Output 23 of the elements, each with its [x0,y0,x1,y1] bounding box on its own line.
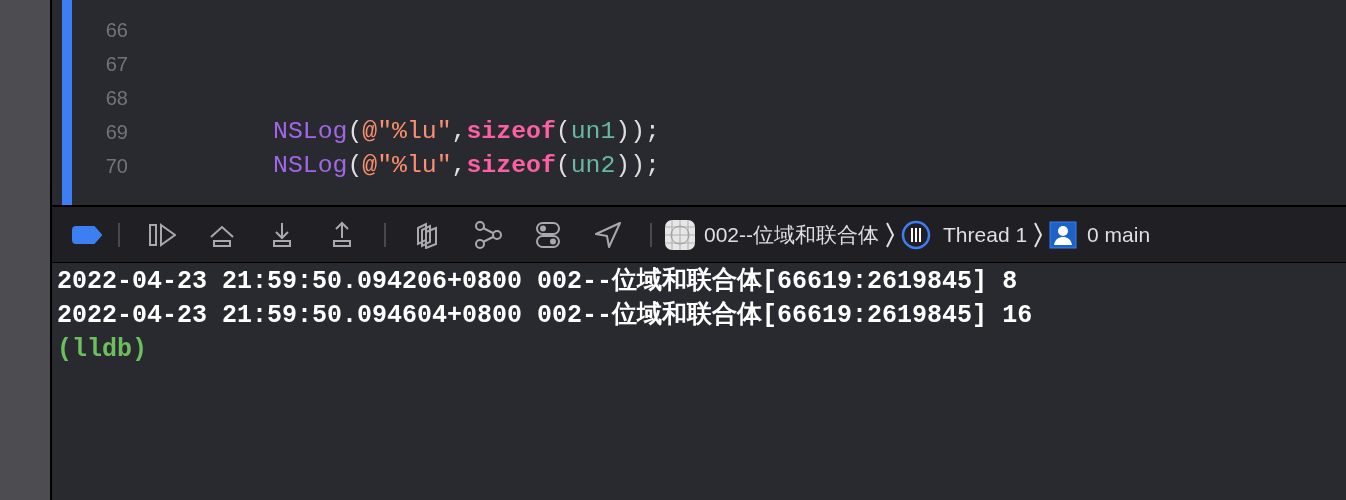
chevron-icon [885,221,896,248]
breakpoint-icon[interactable] [72,225,102,244]
app-icon [664,218,696,251]
toggle-icon[interactable] [534,220,562,249]
location-arrow-icon[interactable] [594,220,622,249]
line-number: 66 [104,18,128,43]
breadcrumb-item[interactable]: 0 main [1087,218,1151,251]
line-number: 67 [104,52,128,77]
graph-icon[interactable] [474,220,502,249]
line-number: 70 [104,154,128,179]
thread-icon [901,219,932,250]
line-number: 68 [104,86,128,111]
breadcrumb-item[interactable]: 002--位域和联合体 [704,218,880,251]
code-line: NSLog(@"%lu",sizeof(un2)); [273,150,660,182]
line-number: 69 [104,120,128,145]
console-output-line: 2022-04-23 21:59:50.094206+0800 002--位域和联合体[66619:2619845] 8 [57,266,1019,298]
console-output-line: 2022-04-23 21:59:50.094604+0800 002--位域和联合体[66619:2619845] 16 [57,300,1034,332]
breadcrumb-item[interactable]: Thread 1 [943,218,1028,251]
user-icon [1049,220,1078,249]
continue-icon[interactable] [148,220,176,249]
code-line: NSLog(@"%lu",sizeof(un1)); [273,116,660,148]
console-prompt: (lldb) [57,334,148,366]
chevron-icon [1033,221,1044,248]
